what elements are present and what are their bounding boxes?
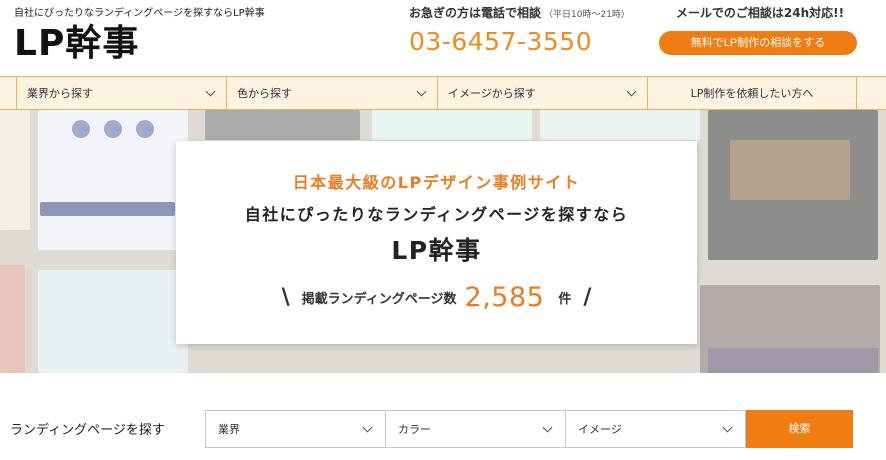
count-unit: 件 <box>558 292 572 307</box>
site-logo[interactable]: LP幹事 <box>14 22 139 66</box>
search-button[interactable]: 検索 <box>746 410 853 448</box>
image-select[interactable]: イメージ <box>565 410 746 448</box>
search-bar: ランディングページを探す 業界 カラー イメージ 検索 <box>0 373 886 460</box>
search-label: ランディングページを探す <box>10 423 165 438</box>
hero-kicker: 日本最大級のLPデザイン事例サイト <box>292 173 581 192</box>
chevron-down-icon <box>722 422 733 433</box>
header-tagline: 自社にぴったりなランディングページを探すならLP幹事 <box>14 8 265 19</box>
mail-caption: メールでのご相談は24h対応!! <box>675 6 845 20</box>
main-nav: 業界から探す 色から探す イメージから探す LP制作を依頼したい方へ <box>0 76 886 110</box>
free-consultation-button[interactable]: 無料でLP制作の相談をする <box>659 31 857 55</box>
phone-contact: お急ぎの方は電話で相談 （平日10時〜21時） 03-6457-3550 <box>409 4 634 56</box>
site-header: 自社にぴったりなランディングページを探すならLP幹事 LP幹事 お急ぎの方は電話… <box>0 0 886 76</box>
nav-item-label: イメージから探す <box>448 87 536 100</box>
slash-left-mark: \ <box>281 285 290 310</box>
hero-card: 日本最大級のLPデザイン事例サイト 自社にぴったりなランディングページを探すなら… <box>176 141 697 344</box>
chevron-down-icon <box>626 86 637 97</box>
chevron-down-icon <box>416 86 427 97</box>
select-value: イメージ <box>578 423 622 436</box>
hero-subtitle: 自社にぴったりなランディングページを探すなら <box>244 205 629 224</box>
hero-title: LP幹事 <box>391 236 482 265</box>
industry-select[interactable]: 業界 <box>205 410 386 448</box>
logo-text: LP幹事 <box>14 23 140 64</box>
nav-item-label: LP制作を依頼したい方へ <box>690 87 814 100</box>
phone-caption: お急ぎの方は電話で相談 （平日10時〜21時） <box>409 4 634 21</box>
chevron-down-icon <box>362 422 373 433</box>
nav-item-label: 業界から探す <box>27 87 93 100</box>
mail-contact: メールでのご相談は24h対応!! 無料でLP制作の相談をする <box>655 4 865 55</box>
nav-item-label: 色から探す <box>237 87 292 100</box>
color-select[interactable]: カラー <box>385 410 566 448</box>
hero-banner: 日本最大級のLPデザイン事例サイト 自社にぴったりなランディングページを探すなら… <box>0 110 886 373</box>
select-value: カラー <box>398 423 431 436</box>
select-value: 業界 <box>218 423 240 436</box>
nav-item-image[interactable]: イメージから探す <box>437 77 647 109</box>
phone-number[interactable]: 03-6457-3550 <box>409 27 634 56</box>
phone-caption-text: お急ぎの方は電話で相談 <box>409 6 542 20</box>
nav-item-color[interactable]: 色から探す <box>226 77 437 109</box>
count-label: 掲載ランディングページ数 <box>301 292 457 307</box>
slash-right-mark: / <box>583 285 592 310</box>
listing-count: \ 掲載ランディングページ数 2,585 件 / <box>176 282 697 313</box>
count-value: 2,585 <box>464 282 545 313</box>
phone-hours: （平日10時〜21時） <box>544 10 630 20</box>
nav-item-industry[interactable]: 業界から探す <box>16 77 226 109</box>
nav-item-request-lp[interactable]: LP制作を依頼したい方へ <box>647 77 857 109</box>
chevron-down-icon <box>205 86 216 97</box>
chevron-down-icon <box>542 422 553 433</box>
